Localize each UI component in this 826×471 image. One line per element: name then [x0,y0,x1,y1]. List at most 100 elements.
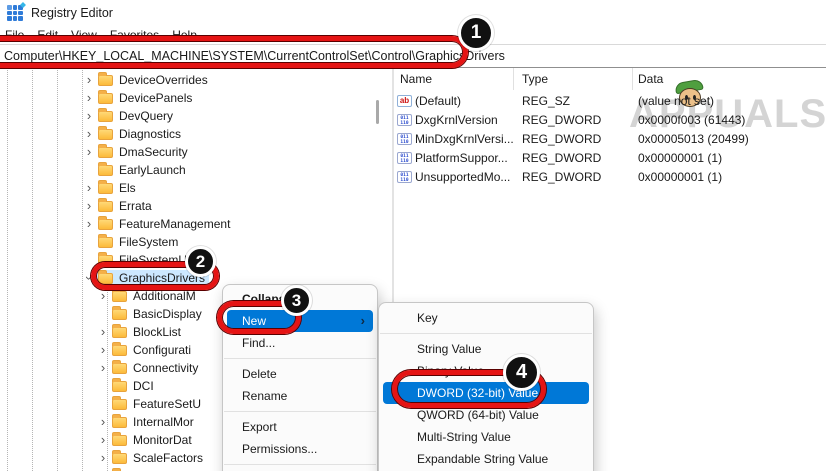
tree-item-label: ScaleFactors [133,451,204,465]
tree-item-label: Configurati [133,343,192,357]
value-type: REG_DWORD [522,151,602,165]
submenu-item-key[interactable]: Key [383,307,589,329]
tree-item-label: FeatureSetU [133,397,202,411]
value-name: (Default) [415,94,462,108]
submenu-item-string-value[interactable]: String Value [383,338,589,360]
tree-item-core: BlockList [110,323,185,340]
tree-scrollbar-thumb[interactable] [376,100,379,124]
value-data: 0x0000f003 (61443) [638,113,746,127]
folder-icon [98,125,113,140]
tree-item-core: DeviceOverrides [96,71,212,88]
tree-item-label: Connectivity [133,361,199,375]
tree-item-deviceoverrides[interactable]: › DeviceOverrides [0,71,392,89]
chevron-right-icon[interactable]: › [82,181,96,195]
folder-icon [112,305,127,320]
folder-icon [112,341,127,356]
tree-item-label: FileSystem [119,235,179,249]
column-header-type[interactable]: Type [522,72,548,86]
tree-item-errata[interactable]: › Errata [0,197,392,215]
chevron-right-icon[interactable]: › [82,199,96,213]
folder-icon [112,431,127,446]
column-header-name[interactable]: Name [400,72,432,86]
value-name: PlatformSuppor... [415,151,508,165]
column-separator [513,68,514,90]
window-title: Registry Editor [31,6,113,20]
tree-item-core: MonitorDat [110,431,196,448]
chevron-right-icon[interactable]: › [96,289,110,303]
value-list: ab (Default) REG_SZ (value not set) 011 110 Dx… [395,92,826,187]
step-3-badge: 3 [281,285,312,316]
registry-editor-window: Registry Editor File Edit View Favorites… [0,0,826,471]
context-menu-item-rename[interactable]: Rename [227,385,373,407]
value-data: 0x00000001 (1) [638,170,723,184]
dword-value-icon: 011 110 [397,133,412,145]
tree-item-core: Errata [96,197,156,214]
submenu-item-multi-string-value[interactable]: Multi-String Value [383,426,589,448]
context-menu-item-delete[interactable]: Delete [227,363,373,385]
tree-item-earlylaunch[interactable]: EarlyLaunch [0,161,392,179]
chevron-right-icon[interactable]: › [96,433,110,447]
folder-icon [98,233,113,248]
tree-item-label: AdditionalM [133,289,196,303]
chevron-right-icon[interactable]: › [82,127,96,141]
value-row[interactable]: ab (Default) REG_SZ (value not set) [395,92,826,111]
value-name: MinDxgKrnlVersi... [415,132,514,146]
value-row[interactable]: 011 110 PlatformSuppor... REG_DWORD 0x000000… [395,149,826,168]
tree-item-core: Connectivity [110,359,202,376]
chevron-right-icon[interactable]: › [82,217,96,231]
folder-icon [98,71,113,86]
folder-icon [98,215,113,230]
tree-item-label: Els [119,181,136,195]
chevron-right-icon[interactable]: › [96,361,110,375]
tree-item-diagnostics[interactable]: › Diagnostics [0,125,392,143]
tree-item-core: FileSystem [96,233,182,250]
context-menu-item-permissions[interactable]: Permissions... [227,438,373,460]
folder-icon [98,179,113,194]
value-row[interactable]: 011 110 DxgKrnlVersion REG_DWORD 0x0000f003 … [395,111,826,130]
tree-item-label: DevicePanels [119,91,193,105]
value-type: REG_DWORD [522,113,602,127]
tree-item-core: InternalMor [110,413,198,430]
menu-separator [224,411,376,412]
tree-item-core: FeatureSetU [110,395,205,412]
folder-icon [112,413,127,428]
step-2-badge: 2 [185,246,216,277]
tree-item-featuremanagement[interactable]: › FeatureManagement [0,215,392,233]
tree-item-core: Configurati [110,341,195,358]
chevron-right-icon[interactable]: › [96,325,110,339]
submenu-item-expandable-string-value[interactable]: Expandable String Value [383,448,589,470]
value-name: UnsupportedMo... [415,170,511,184]
value-row[interactable]: 011 110 MinDxgKrnlVersi... REG_DWORD 0x00005… [395,130,826,149]
dword-value-icon: 011 110 [397,114,412,126]
tree-item-core: Diagnostics [96,125,185,142]
context-menu-item-find[interactable]: Find... [227,332,373,354]
chevron-right-icon[interactable]: › [82,91,96,105]
column-header-data[interactable]: Data [638,72,663,86]
chevron-right-icon[interactable]: › [96,343,110,357]
folder-icon [98,89,113,104]
tree-item-label: DeviceOverrides [119,73,208,87]
chevron-right-icon[interactable]: › [96,415,110,429]
tree-item-label: BlockList [133,325,182,339]
tree-item-els[interactable]: › Els [0,179,392,197]
folder-icon [98,161,113,176]
value-row[interactable]: 011 110 UnsupportedMo... REG_DWORD 0x0000000… [395,168,826,187]
value-name: DxgKrnlVersion [415,113,498,127]
submenu-arrow-icon: › [360,313,365,328]
tree-item-label: InternalMor [133,415,194,429]
value-data: 0x00000001 (1) [638,151,723,165]
column-separator [632,68,633,90]
context-menu-item-export[interactable]: Export [227,416,373,438]
folder-icon [112,377,127,392]
tree-item-devicepanels[interactable]: › DevicePanels [0,89,392,107]
tree-item-core: EarlyLaunch [96,161,190,178]
tree-item-devquery[interactable]: › DevQuery [0,107,392,125]
value-type: REG_DWORD [522,132,602,146]
value-data: 0x00005013 (20499) [638,132,749,146]
chevron-right-icon[interactable]: › [82,109,96,123]
tree-item-dmasecurity[interactable]: › DmaSecurity [0,143,392,161]
chevron-right-icon[interactable]: › [82,145,96,159]
tree-item-label: DevQuery [119,109,174,123]
chevron-right-icon[interactable]: › [96,451,110,465]
chevron-right-icon[interactable]: › [82,73,96,87]
